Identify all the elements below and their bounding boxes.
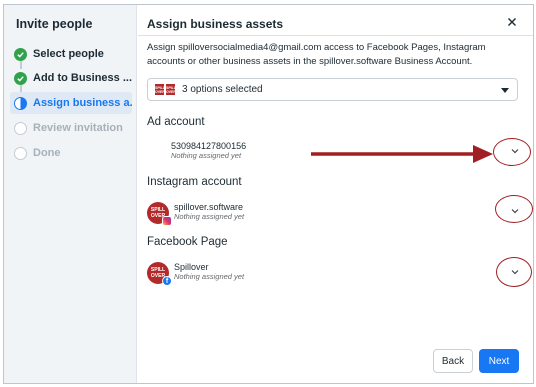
section-title-facebook-page: Facebook Page — [147, 236, 228, 248]
expand-facebook-page-button[interactable] — [500, 261, 530, 283]
step-add-to-business[interactable]: Add to Business ... — [10, 67, 132, 89]
selector-value: 3 options selected — [182, 84, 263, 95]
step-select-people[interactable]: Select people — [10, 43, 132, 65]
empty-circle-icon — [14, 121, 27, 135]
section-title-ad-account: Ad account — [147, 116, 205, 128]
expand-ad-account-button[interactable] — [500, 140, 530, 162]
selected-assets-thumbnails: SPILL OVER SPILL OVER — [154, 83, 176, 96]
sidebar-title: Invite people — [16, 17, 93, 31]
check-circle-icon — [14, 47, 27, 61]
wizard-sidebar: Invite people Select people Add to Busin… — [4, 5, 137, 383]
instagram-icon — [162, 216, 172, 226]
step-label: Done — [33, 147, 61, 159]
step-review-invitation: Review invitation — [10, 117, 132, 139]
half-circle-icon — [14, 96, 27, 110]
avatar: SPILL OVER f — [147, 262, 172, 286]
next-button[interactable]: Next — [479, 349, 519, 373]
step-label: Select people — [33, 48, 104, 60]
page-title: Assign business assets — [147, 17, 284, 31]
facebook-icon: f — [162, 276, 172, 286]
check-circle-icon — [14, 71, 27, 85]
step-done: Done — [10, 142, 132, 164]
chevron-down-icon — [511, 270, 519, 275]
facebook-page-row[interactable]: SPILL OVER f Spillover Nothing assigned … — [147, 260, 517, 288]
asset-status: Nothing assigned yet — [174, 272, 245, 281]
description-text: Assign spilloversocialmedia4@gmail.com a… — [147, 42, 486, 67]
asset-type-selector[interactable]: SPILL OVER SPILL OVER 3 options selected — [147, 78, 518, 101]
asset-name: Spillover — [174, 262, 209, 272]
step-label: Review invitation — [33, 122, 123, 134]
expand-instagram-account-button[interactable] — [500, 200, 530, 222]
close-icon[interactable] — [505, 15, 519, 29]
empty-circle-icon — [14, 146, 27, 160]
asset-thumbnail: SPILL OVER — [165, 83, 176, 96]
avatar: SPILL OVER — [147, 202, 172, 226]
asset-status: Nothing assigned yet — [174, 212, 245, 221]
instagram-account-row[interactable]: SPILL OVER spillover.software Nothing as… — [147, 200, 517, 228]
step-label: Add to Business ... — [33, 72, 132, 84]
header-divider — [138, 35, 533, 36]
section-title-instagram-account: Instagram account — [147, 176, 242, 188]
chevron-down-icon — [511, 209, 519, 214]
asset-name: 530984127800156 — [171, 141, 247, 151]
step-label: Assign business a... — [33, 97, 132, 109]
main-panel: Assign business assets Assign spillovers… — [138, 5, 533, 383]
step-assign-business-assets[interactable]: Assign business a... — [10, 92, 132, 114]
asset-status: Nothing assigned yet — [171, 151, 242, 160]
chevron-down-icon — [511, 149, 519, 154]
ad-account-row[interactable]: 530984127800156 Nothing assigned yet — [147, 139, 517, 167]
dialog-footer: Back Next — [433, 349, 519, 373]
caret-down-icon — [501, 88, 509, 93]
asset-name: spillover.software — [174, 202, 244, 212]
back-button[interactable]: Back — [433, 349, 473, 373]
invite-people-dialog: Invite people Select people Add to Busin… — [3, 4, 534, 384]
asset-thumbnail: SPILL OVER — [154, 83, 165, 96]
